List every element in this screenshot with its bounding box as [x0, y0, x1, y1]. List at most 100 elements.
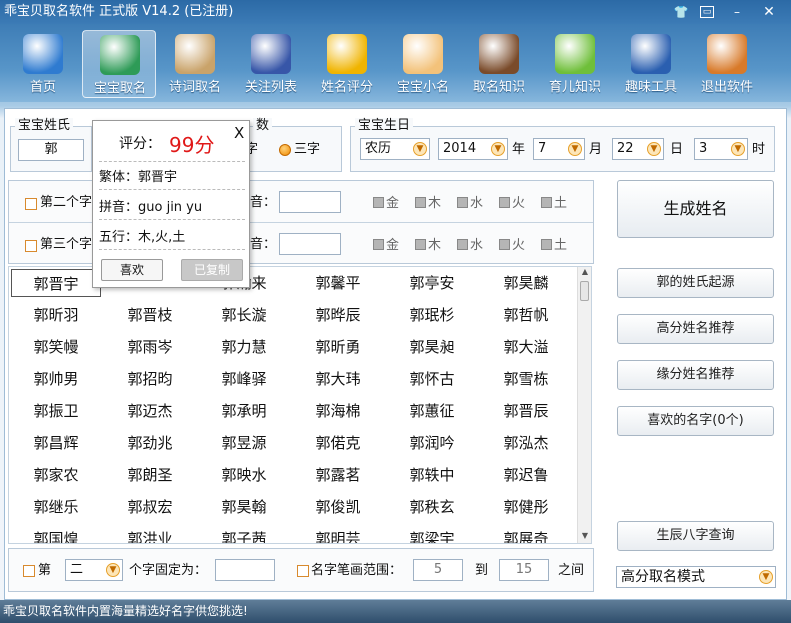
element-checkbox[interactable]: 金	[373, 196, 399, 212]
vertical-scrollbar[interactable]: ▲ ▼	[577, 267, 591, 543]
name-item[interactable]: 郭大溢	[481, 333, 571, 361]
name-item[interactable]: 郭馨平	[293, 269, 383, 297]
element-checkbox[interactable]: 火	[499, 196, 525, 212]
toolbar-button-6[interactable]: 宝宝小名	[386, 30, 460, 98]
copied-button[interactable]: 已复制	[181, 259, 243, 281]
element-checkbox[interactable]: 水	[457, 238, 483, 254]
name-item[interactable]: 郭昌辉	[11, 429, 101, 457]
name-item[interactable]: 郭笑幔	[11, 333, 101, 361]
name-item[interactable]: 郭峰驿	[199, 365, 289, 393]
toolbar-button-2[interactable]: 宝宝取名	[82, 30, 156, 98]
name-item[interactable]: 郭珉杉	[387, 301, 477, 329]
scroll-thumb[interactable]	[580, 281, 589, 301]
element-checkbox[interactable]: 火	[499, 238, 525, 254]
name-item[interactable]: 郭哲帆	[481, 301, 571, 329]
stroke-from-input[interactable]: 5	[413, 559, 463, 581]
toolbar-button-7[interactable]: 取名知识	[462, 30, 536, 98]
name-item[interactable]: 郭振卫	[11, 397, 101, 425]
name-item[interactable]: 郭晋枝	[105, 301, 195, 329]
day-select[interactable]: 22 ▼	[612, 138, 664, 160]
name-item[interactable]: 郭力慧	[199, 333, 289, 361]
name-item[interactable]: 郭子茜	[199, 525, 289, 543]
fix-position-select[interactable]: 二 ▼	[65, 559, 123, 581]
close-icon[interactable]: ✕	[760, 4, 778, 20]
name-item[interactable]: 郭长漩	[199, 301, 289, 329]
hour-select[interactable]: 3 ▼	[694, 138, 748, 160]
generate-names-button[interactable]: 生成姓名	[617, 180, 774, 238]
name-item[interactable]: 郭晋辰	[481, 397, 571, 425]
name-item[interactable]: 郭海棉	[293, 397, 383, 425]
name-item[interactable]: 郭家农	[11, 461, 101, 489]
toolbar-button-5[interactable]: 姓名评分	[310, 30, 384, 98]
name-item[interactable]: 郭蕙征	[387, 397, 477, 425]
element-checkbox[interactable]: 土	[541, 196, 567, 212]
toolbar-button-4[interactable]: 关注列表	[234, 30, 308, 98]
toolbar-button-3[interactable]: 诗词取名	[158, 30, 232, 98]
name-item[interactable]: 郭昊昶	[387, 333, 477, 361]
bazi-query-button[interactable]: 生辰八字查询	[617, 521, 774, 551]
name-item[interactable]: 郭露茗	[293, 461, 383, 489]
scroll-down-icon[interactable]: ▼	[578, 531, 591, 543]
name-item[interactable]: 郭继乐	[11, 493, 101, 521]
pinyin-input[interactable]	[279, 191, 341, 213]
name-item[interactable]: 郭昊翰	[199, 493, 289, 521]
high-score-names-button[interactable]: 高分姓名推荐	[617, 314, 774, 344]
element-checkbox[interactable]: 土	[541, 238, 567, 254]
name-item[interactable]: 郭叔宏	[105, 493, 195, 521]
minimize-icon[interactable]: –	[728, 4, 746, 20]
fix-char-input[interactable]	[215, 559, 275, 581]
name-item[interactable]: 郭帅男	[11, 365, 101, 393]
name-item[interactable]: 郭怀古	[387, 365, 477, 393]
element-checkbox[interactable]: 水	[457, 196, 483, 212]
name-item[interactable]: 郭招昀	[105, 365, 195, 393]
name-item[interactable]: 郭承明	[199, 397, 289, 425]
name-item[interactable]: 郭大玮	[293, 365, 383, 393]
pinyin-input[interactable]	[279, 233, 341, 255]
name-item[interactable]: 郭昊麟	[481, 269, 571, 297]
name-item[interactable]: 郭梁宇	[387, 525, 477, 543]
name-item[interactable]: 郭朗圣	[105, 461, 195, 489]
name-item[interactable]: 郭润吟	[387, 429, 477, 457]
toolbar-button-8[interactable]: 育儿知识	[538, 30, 612, 98]
name-item[interactable]: 郭明芸	[293, 525, 383, 543]
favorite-names-button[interactable]: 喜欢的名字(0个)	[617, 406, 774, 436]
year-select[interactable]: 2014 ▼	[438, 138, 508, 160]
stroke-to-input[interactable]: 15	[499, 559, 549, 581]
three-char-option-label[interactable]: 三字	[294, 140, 320, 160]
name-item[interactable]: 郭国煌	[11, 525, 101, 543]
name-item[interactable]: 郭映水	[199, 461, 289, 489]
toolbar-button-10[interactable]: 退出软件	[690, 30, 764, 98]
element-checkbox[interactable]: 金	[373, 238, 399, 254]
shirt-icon[interactable]: 👕	[672, 4, 690, 20]
name-item[interactable]: 郭偌克	[293, 429, 383, 457]
calendar-select[interactable]: 农历 ▼	[360, 138, 430, 160]
element-checkbox[interactable]: 木	[415, 196, 441, 212]
name-item[interactable]: 郭昱源	[199, 429, 289, 457]
name-item[interactable]: 郭迈杰	[105, 397, 195, 425]
name-item[interactable]: 郭轶中	[387, 461, 477, 489]
name-item[interactable]: 郭劲兆	[105, 429, 195, 457]
stroke-range-checkbox[interactable]	[297, 565, 309, 577]
three-char-radio[interactable]	[279, 144, 291, 156]
name-item[interactable]: 郭晔辰	[293, 301, 383, 329]
popup-close-button[interactable]: X	[234, 124, 244, 142]
name-item[interactable]: 郭昕勇	[293, 333, 383, 361]
element-checkbox[interactable]: 木	[415, 238, 441, 254]
name-item[interactable]: 郭泓杰	[481, 429, 571, 457]
surname-origin-button[interactable]: 郭的姓氏起源	[617, 268, 774, 298]
name-item[interactable]: 郭雪栋	[481, 365, 571, 393]
like-button[interactable]: 喜欢	[101, 259, 163, 281]
name-item[interactable]: 郭俊凯	[293, 493, 383, 521]
name-item[interactable]: 郭展奇	[481, 525, 571, 543]
fix-char-checkbox[interactable]	[23, 565, 35, 577]
toolbar-button-1[interactable]: 首页	[6, 30, 80, 98]
scroll-up-icon[interactable]: ▲	[578, 267, 591, 279]
surname-input[interactable]: 郭	[18, 139, 84, 161]
filter-row-checkbox[interactable]	[25, 240, 37, 252]
name-item[interactable]: 郭亭安	[387, 269, 477, 297]
name-item[interactable]: 郭秩玄	[387, 493, 477, 521]
name-item[interactable]: 郭健彤	[481, 493, 571, 521]
name-item[interactable]: 郭晋宇	[11, 269, 101, 297]
fate-names-button[interactable]: 缘分姓名推荐	[617, 360, 774, 390]
restore-icon[interactable]: ▭	[700, 6, 714, 18]
